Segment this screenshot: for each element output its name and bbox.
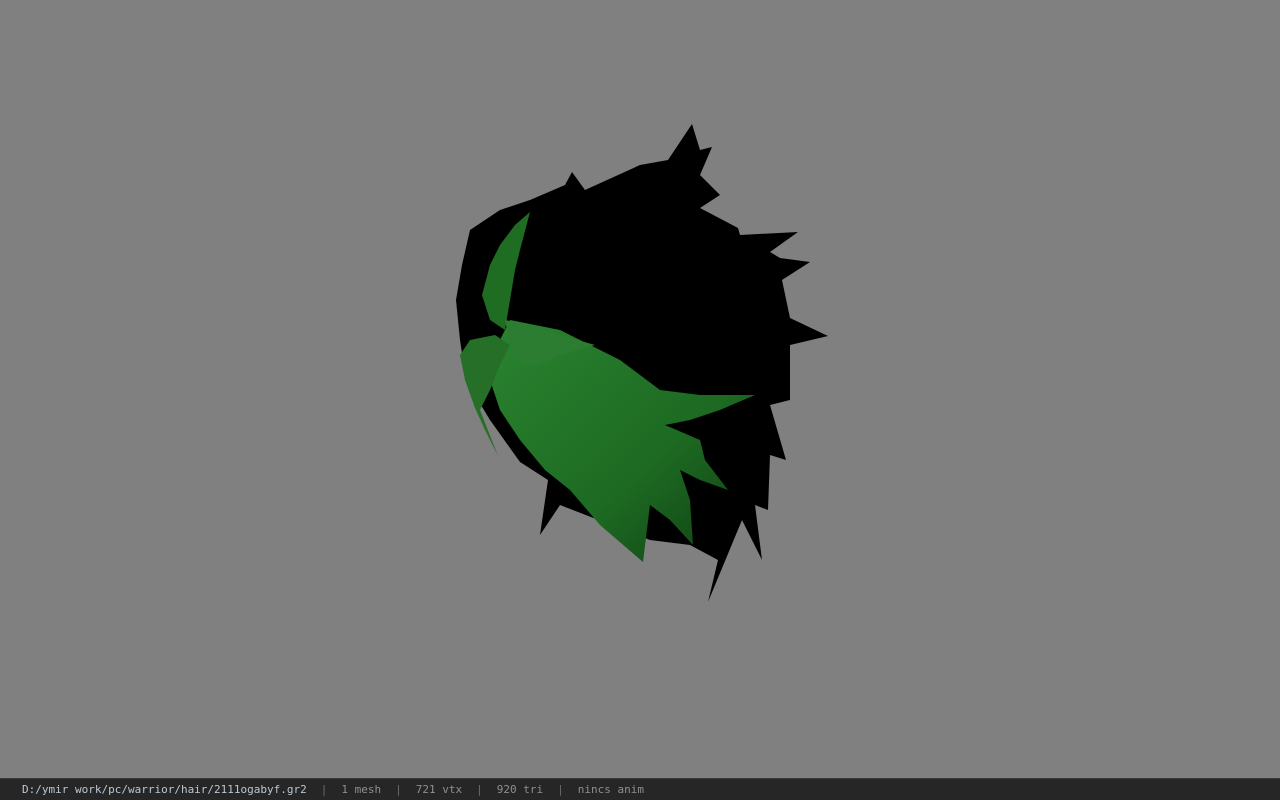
status-separator: |: [320, 783, 328, 796]
status-vertex-count: 721 vtx: [415, 783, 463, 796]
status-file-path: D:/ymir work/pc/warrior/hair/2111ogabyf.…: [22, 783, 307, 796]
status-bar: D:/ymir work/pc/warrior/hair/2111ogabyf.…: [0, 778, 1280, 800]
3d-viewport[interactable]: [0, 0, 1280, 778]
status-anim-status: nincs anim: [577, 783, 644, 796]
hair-model-render: [456, 124, 828, 602]
status-separator: |: [395, 783, 402, 796]
status-mesh-count: 1 mesh: [341, 783, 382, 796]
status-separator: |: [557, 783, 564, 796]
status-triangle-count: 920 tri: [496, 783, 544, 796]
status-separator: |: [476, 783, 483, 796]
